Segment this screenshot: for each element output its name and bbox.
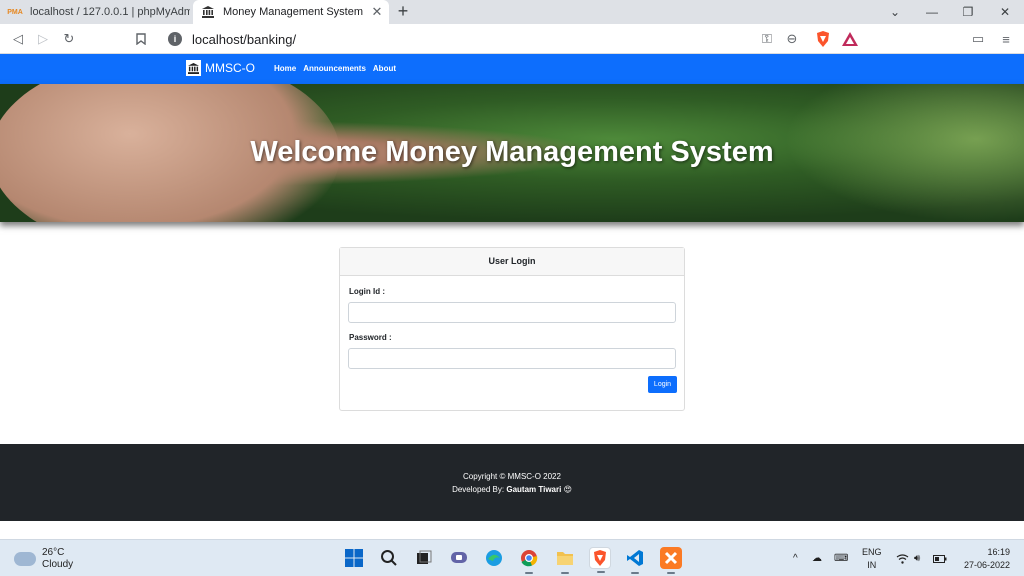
- cloud-icon: [14, 552, 36, 566]
- hero-banner: Welcome Money Management System: [0, 84, 1024, 222]
- clock-date: 27-06-2022: [963, 560, 1010, 570]
- zoom-icon[interactable]: ⊖: [782, 29, 802, 49]
- url-text: localhost/banking/: [192, 31, 297, 47]
- bank-icon: [201, 6, 215, 18]
- login-id-input[interactable]: [348, 302, 676, 323]
- wallet-icon[interactable]: ▭: [968, 29, 988, 49]
- login-card-header: User Login: [340, 248, 684, 276]
- lang-code: ENG: [862, 547, 882, 557]
- chrome-icon[interactable]: [518, 547, 540, 574]
- system-clock[interactable]: 16:19 27-06-2022: [964, 546, 1010, 572]
- keyboard-icon[interactable]: ⌨: [834, 540, 848, 576]
- window-close-icon[interactable]: ✕: [987, 0, 1023, 24]
- menu-icon[interactable]: ≡: [996, 29, 1016, 49]
- login-card: User Login Login Id : Password : Login: [339, 247, 685, 411]
- phpmyadmin-icon: PMA: [7, 8, 23, 16]
- language-indicator[interactable]: ENG IN: [862, 546, 882, 572]
- show-hidden-icons[interactable]: ^: [793, 540, 798, 576]
- file-explorer-icon[interactable]: [554, 547, 576, 574]
- tab-phpmyadmin[interactable]: PMA localhost / 127.0.0.1 | phpMyAdmin 5: [0, 0, 190, 24]
- forward-icon[interactable]: ▷: [33, 29, 53, 49]
- brave-shield-icon[interactable]: [813, 29, 833, 49]
- task-view-icon[interactable]: [413, 547, 435, 569]
- weather-temp: 26°C: [42, 547, 65, 558]
- wifi-icon[interactable]: [896, 540, 909, 576]
- brand-label: MMSC-O: [205, 61, 255, 75]
- footer-copyright: Copyright © MMSC-O 2022: [463, 472, 561, 481]
- edge-icon[interactable]: [483, 547, 505, 569]
- tab-money-management[interactable]: Money Management System ✕: [193, 0, 389, 24]
- tab-title: Money Management System: [223, 6, 364, 18]
- site-footer: Copyright © MMSC-O 2022 Developed By: Ga…: [0, 444, 1024, 521]
- browser-tabstrip: PMA localhost / 127.0.0.1 | phpMyAdmin 5…: [0, 0, 1024, 24]
- emoji-icon: 😍: [563, 485, 572, 494]
- site-info-icon[interactable]: i: [168, 32, 182, 46]
- login-id-label: Login Id :: [349, 287, 385, 296]
- tab-title: localhost / 127.0.0.1 | phpMyAdmin 5: [30, 6, 190, 18]
- xampp-icon[interactable]: [660, 547, 682, 574]
- brave-rewards-icon[interactable]: [840, 29, 860, 49]
- nav-home[interactable]: Home: [274, 64, 296, 73]
- battery-icon[interactable]: [933, 540, 947, 576]
- teams-chat-icon[interactable]: [448, 547, 470, 569]
- footer-developer-line: Developed By: Gautam Tiwari 😍: [0, 485, 1024, 494]
- bookmark-icon[interactable]: [131, 29, 151, 49]
- tab-search-chevron-icon[interactable]: ⌄: [877, 0, 913, 24]
- onedrive-icon[interactable]: ☁: [812, 540, 822, 576]
- password-input[interactable]: [348, 348, 676, 369]
- developer-name: Gautam Tiwari: [506, 485, 562, 494]
- new-tab-button[interactable]: +: [394, 2, 412, 22]
- login-button[interactable]: Login: [648, 376, 677, 393]
- nav-announcements[interactable]: Announcements: [303, 64, 366, 73]
- windows-taskbar: 26°C Cloudy ^ ☁ ⌨ ENG IN 🔊︎ 16:19 27-06-…: [0, 539, 1024, 576]
- weather-desc: Cloudy: [42, 559, 74, 570]
- lang-region: IN: [867, 560, 877, 570]
- search-icon[interactable]: [378, 547, 400, 569]
- hero-title: Welcome Money Management System: [250, 136, 774, 168]
- bank-icon: [186, 60, 201, 76]
- browser-toolbar: ◁ ▷ ↻ i localhost/banking/ ⚿ ⊖ ▭ ≡: [0, 24, 1024, 54]
- brave-browser-icon[interactable]: [589, 547, 611, 573]
- nav-about[interactable]: About: [373, 64, 396, 73]
- restore-icon[interactable]: ❐: [950, 0, 986, 24]
- minimize-icon[interactable]: —: [914, 0, 950, 24]
- weather-widget[interactable]: 26°C Cloudy: [14, 547, 73, 571]
- close-tab-icon[interactable]: ✕: [369, 4, 385, 20]
- key-icon[interactable]: ⚿: [757, 29, 777, 49]
- volume-icon[interactable]: 🔊︎: [914, 540, 920, 576]
- developed-by-label: Developed By:: [452, 485, 507, 494]
- brand-link[interactable]: MMSC-O: [186, 60, 255, 76]
- password-label: Password :: [349, 333, 392, 342]
- reload-icon[interactable]: ↻: [59, 29, 79, 49]
- clock-time: 16:19: [987, 547, 1010, 557]
- back-icon[interactable]: ◁: [8, 29, 28, 49]
- site-navbar: MMSC-O Home Announcements About: [0, 54, 1024, 84]
- vscode-icon[interactable]: [624, 547, 646, 574]
- windows-start-icon[interactable]: [343, 547, 365, 569]
